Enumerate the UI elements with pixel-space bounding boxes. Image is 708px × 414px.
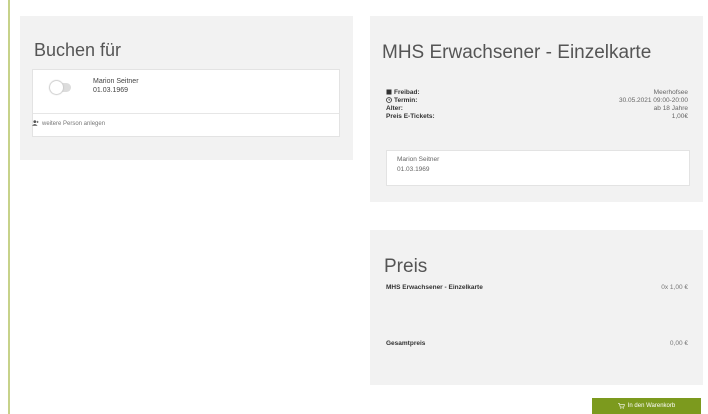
total-value: 0,00 € [669,340,688,347]
add-person-label: weitere Person anlegen [42,121,106,127]
person-name: Marion Seitner [93,78,139,85]
accent-line [8,0,10,414]
building-icon [386,89,392,95]
total-label: Gesamtpreis [386,340,426,347]
assigned-person-name: Marion Seitner [397,156,440,163]
booking-title: Buchen für [34,40,122,60]
price-card: Preis MHS Erwachsener - Einzelkarte 0x 1… [370,230,703,385]
price-item-value: 0x 1,00 € [661,284,688,291]
add-person-link[interactable]: weitere Person anlegen [32,120,105,127]
price-title: Preis [384,256,428,277]
detail-label: Freibad: [394,89,420,96]
ticket-title: MHS Erwachsener - Einzelkarte [382,42,652,63]
detail-value: 1,00€ [671,113,688,120]
assigned-person-box: Marion Seitner 01.03.1969 [386,150,690,186]
clock-icon [386,97,392,103]
detail-label: Preis E-Tickets: [386,113,435,120]
detail-value: 30.05.2021 09:00-20:00 [618,97,688,104]
booking-card: Buchen für Marion Seitner 01.03.1969 wei… [20,16,353,160]
detail-value: Meerhofsee [653,89,688,96]
cart-icon [617,403,625,409]
detail-value: ab 18 Jahre [653,105,688,112]
divider [33,113,339,114]
detail-label: Termin: [394,97,418,104]
assigned-person-birthdate: 01.03.1969 [397,166,430,173]
price-item-label: MHS Erwachsener - Einzelkarte [386,284,483,291]
user-add-icon [32,120,39,126]
cart-button-label: In den Warenkorb [627,403,676,409]
detail-label: Alter: [386,105,403,112]
person-toggle[interactable] [50,81,71,94]
toggle-knob [50,81,63,94]
add-to-cart-button[interactable]: In den Warenkorb [592,398,701,414]
person-birthdate: 01.03.1969 [93,87,129,94]
ticket-card: MHS Erwachsener - Einzelkarte Freibad: M… [370,16,703,202]
